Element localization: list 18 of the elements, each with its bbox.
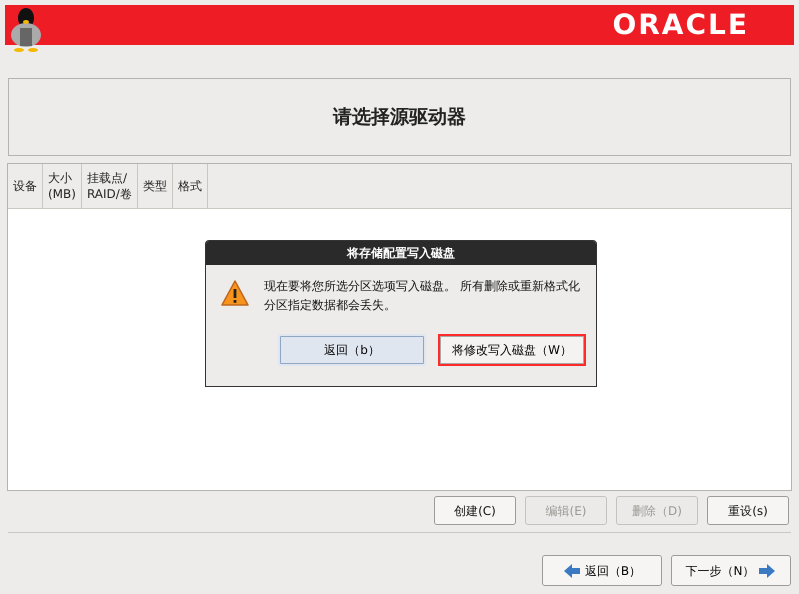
dialog-message: 现在要将您所选分区选项写入磁盘。 所有删除或重新格式化分区指定数据都会丢失。 — [264, 278, 581, 314]
back-button[interactable]: 返回（B） — [542, 555, 662, 586]
dialog-button[interactable]: 返回（b） — [278, 334, 426, 366]
column-header[interactable]: 格式 — [172, 164, 208, 208]
dialog-button[interactable]: 将修改写入磁盘（W） — [438, 334, 586, 366]
right-arrow-icon — [758, 562, 776, 578]
action-button[interactable]: 重设(s) — [707, 496, 789, 525]
column-header[interactable]: 类型 — [138, 164, 173, 208]
action-button[interactable]: 创建(C) — [434, 496, 516, 525]
warning-icon — [220, 279, 250, 307]
oracle-logo: ORACLE — [612, 7, 749, 43]
next-button[interactable]: 下一步（N） — [671, 555, 791, 586]
column-header[interactable]: 大小 (MB) — [43, 164, 82, 208]
dialog-title: 将存储配置写入磁盘 — [206, 241, 596, 265]
column-header[interactable]: 设备 — [8, 164, 43, 208]
left-arrow-icon — [562, 562, 581, 578]
page-title: 请选择源驱动器 — [333, 104, 466, 130]
column-header[interactable]: 挂载点/ RAID/卷 — [82, 164, 138, 208]
